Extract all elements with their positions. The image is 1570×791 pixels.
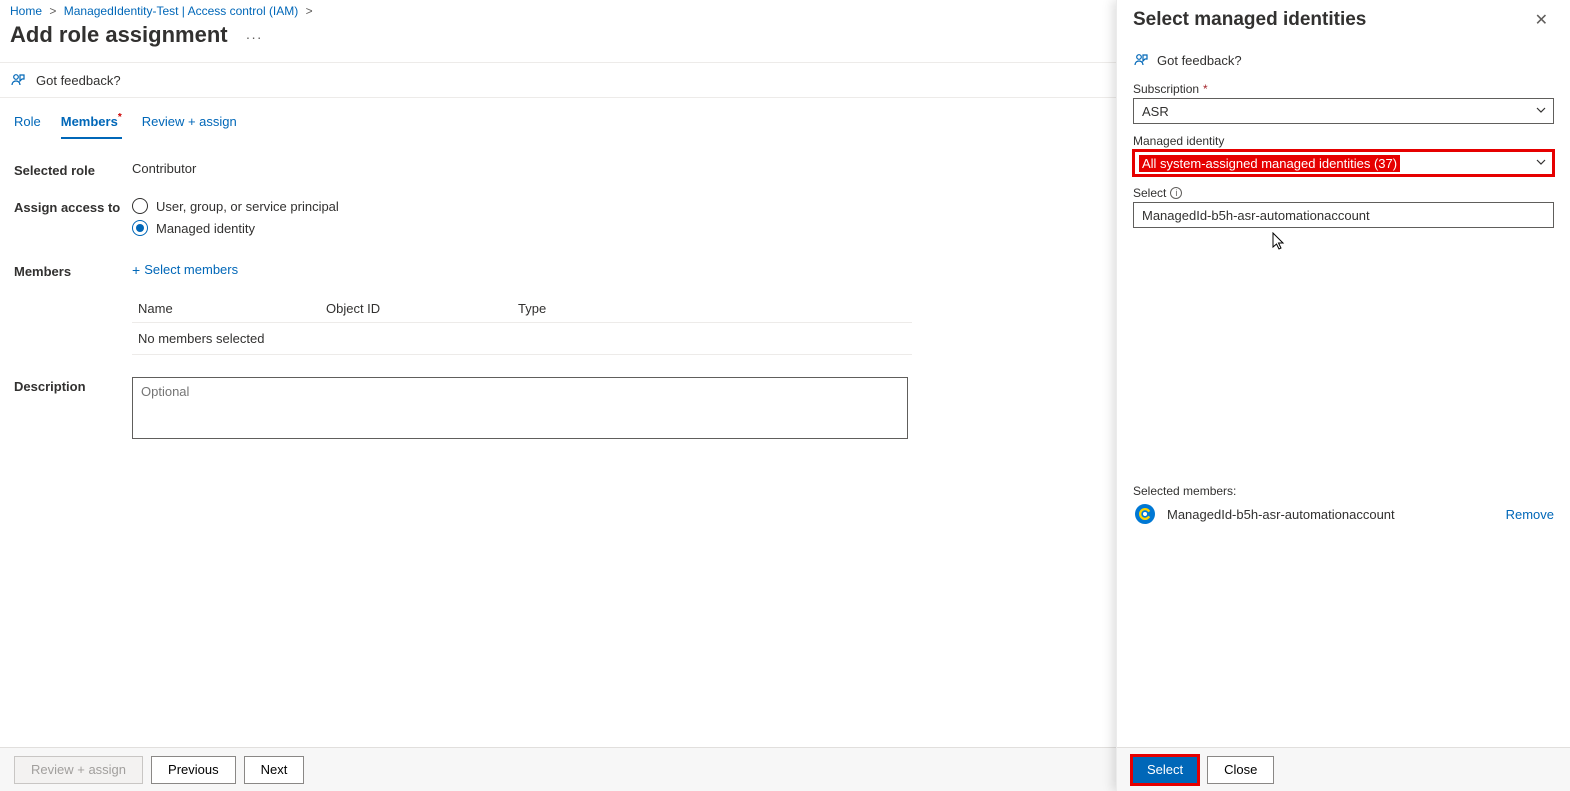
breadcrumb-separator: >: [49, 4, 56, 18]
panel-footer: Select Close: [1117, 747, 1570, 791]
members-table-header: Name Object ID Type: [132, 301, 912, 323]
chevron-down-icon: [1535, 104, 1547, 116]
radio-managed-identity[interactable]: Managed identity: [132, 220, 912, 236]
radio-user-label: User, group, or service principal: [156, 199, 339, 214]
members-label: Members: [14, 262, 132, 355]
description-textarea[interactable]: [132, 377, 908, 439]
selected-role-label: Selected role: [14, 161, 132, 178]
tab-members[interactable]: Members*: [61, 114, 122, 139]
next-button[interactable]: Next: [244, 756, 305, 784]
previous-button[interactable]: Previous: [151, 756, 236, 784]
tab-role[interactable]: Role: [14, 114, 41, 139]
subscription-select[interactable]: ASR: [1133, 98, 1554, 124]
review-assign-button: Review + assign: [14, 756, 143, 784]
col-type: Type: [518, 301, 710, 316]
radio-user-principal[interactable]: User, group, or service principal: [132, 198, 912, 214]
feedback-link[interactable]: Got feedback?: [10, 72, 121, 88]
members-empty: No members selected: [132, 323, 912, 355]
page-title: Add role assignment: [10, 22, 228, 48]
feedback-icon: [10, 72, 26, 88]
select-button[interactable]: Select: [1133, 757, 1197, 783]
panel-feedback-link[interactable]: Got feedback?: [1133, 52, 1554, 68]
panel-feedback-label: Got feedback?: [1157, 53, 1242, 68]
col-name: Name: [132, 301, 326, 316]
select-label: Select i: [1133, 186, 1554, 200]
panel-title: Select managed identities: [1133, 9, 1366, 31]
remove-member-link[interactable]: Remove: [1506, 507, 1554, 522]
selected-role-value: Contributor: [132, 161, 912, 178]
breadcrumb-resource[interactable]: ManagedIdentity-Test | Access control (I…: [64, 4, 299, 18]
selected-member-row: ManagedId-b5h-asr-automationaccount Remo…: [1133, 502, 1554, 526]
breadcrumb: Home > ManagedIdentity-Test | Access con…: [0, 0, 1116, 18]
description-label: Description: [14, 377, 132, 442]
select-members-label: Select members: [144, 262, 238, 277]
bottom-action-bar: Review + assign Previous Next: [0, 747, 1116, 791]
tab-review[interactable]: Review + assign: [142, 114, 237, 139]
breadcrumb-separator: >: [306, 4, 313, 18]
select-members-link[interactable]: + Select members: [132, 262, 912, 277]
managed-identity-label: Managed identity: [1133, 134, 1554, 148]
close-button[interactable]: Close: [1207, 756, 1274, 784]
required-indicator: *: [118, 112, 122, 123]
select-input[interactable]: [1133, 202, 1554, 228]
automation-account-icon: [1133, 502, 1157, 526]
managed-identity-value: All system-assigned managed identities (…: [1139, 155, 1400, 172]
feedback-label: Got feedback?: [36, 73, 121, 88]
plus-icon: +: [132, 263, 140, 277]
assign-access-label: Assign access to: [14, 198, 132, 242]
selected-members-label: Selected members:: [1133, 484, 1554, 498]
chevron-down-icon: [1535, 156, 1547, 168]
feedback-icon: [1133, 52, 1149, 68]
subscription-value: ASR: [1142, 104, 1169, 119]
breadcrumb-home[interactable]: Home: [10, 4, 42, 18]
close-icon[interactable]: ✕: [1531, 6, 1552, 34]
more-menu[interactable]: ···: [246, 29, 263, 45]
managed-identity-select[interactable]: All system-assigned managed identities (…: [1133, 150, 1554, 176]
subscription-label: Subscription *: [1133, 82, 1554, 96]
radio-mi-label: Managed identity: [156, 221, 255, 236]
tab-members-label: Members: [61, 114, 118, 129]
tabs: Role Members* Review + assign: [0, 98, 1116, 139]
col-object-id: Object ID: [326, 301, 518, 316]
info-icon[interactable]: i: [1170, 187, 1182, 199]
select-managed-identities-panel: Select managed identities ✕ Got feedback…: [1116, 0, 1570, 791]
radio-icon: [132, 198, 148, 214]
mouse-cursor: [1272, 232, 1286, 252]
radio-icon: [132, 220, 148, 236]
selected-member-name: ManagedId-b5h-asr-automationaccount: [1167, 507, 1395, 522]
